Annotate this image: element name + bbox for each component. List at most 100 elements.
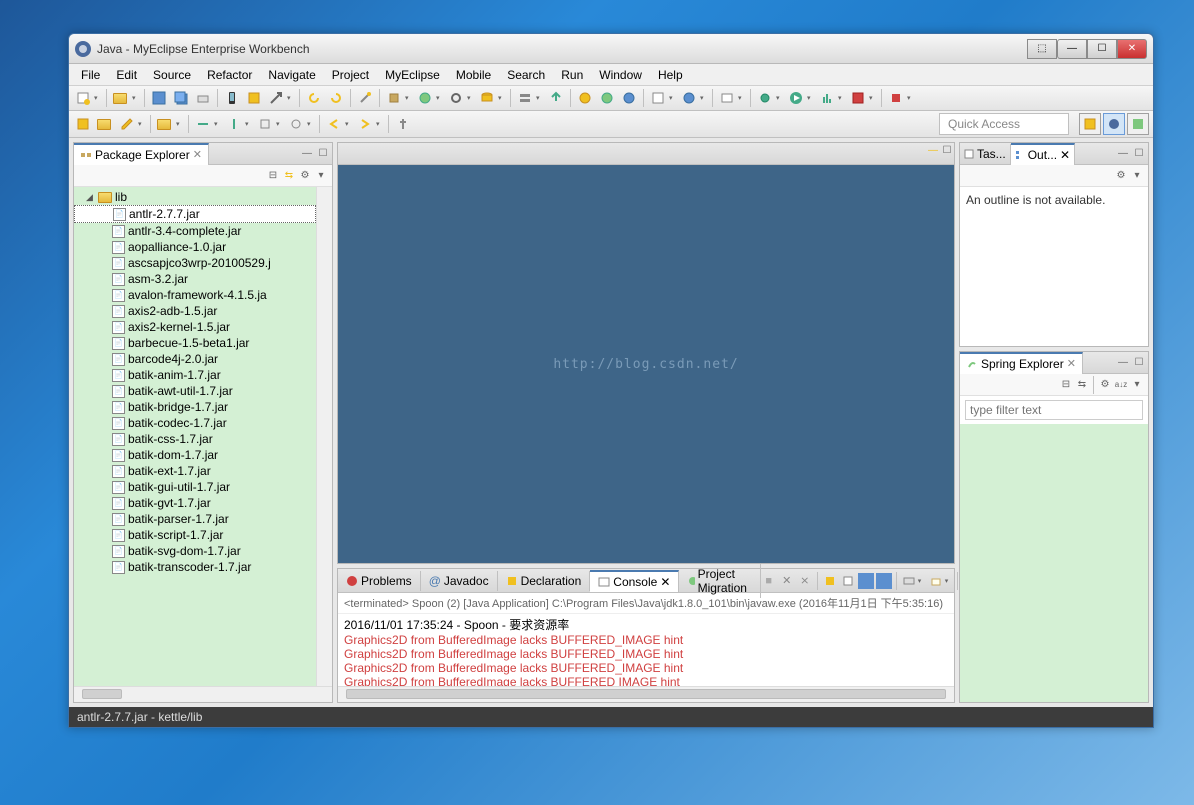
stop-icon[interactable] <box>886 88 906 108</box>
class-icon[interactable] <box>415 88 435 108</box>
minimize-view-icon[interactable]: — <box>1116 147 1130 161</box>
save-icon[interactable] <box>149 88 169 108</box>
link-icon[interactable]: ⇆ <box>282 169 296 183</box>
dropdown-icon[interactable]: ▾ <box>498 94 506 102</box>
hammer-icon[interactable] <box>266 88 286 108</box>
external-icon[interactable] <box>848 88 868 108</box>
tree-item[interactable]: 📄batik-gui-util-1.7.jar <box>74 479 316 495</box>
scroll-lock-icon[interactable] <box>822 573 838 589</box>
back-icon[interactable] <box>324 114 344 134</box>
tree-item[interactable]: 📄aopalliance-1.0.jar <box>74 239 316 255</box>
dropdown-icon[interactable]: ▾ <box>669 94 677 102</box>
scroll-thumb[interactable] <box>346 689 946 699</box>
tab-package-explorer[interactable]: Package Explorer ✕ <box>74 143 209 165</box>
spring-tree[interactable] <box>960 424 1148 702</box>
menu-run[interactable]: Run <box>553 66 591 84</box>
horizontal-scrollbar[interactable] <box>338 686 954 702</box>
horizontal-scrollbar[interactable] <box>74 686 332 702</box>
browser3-icon[interactable] <box>619 88 639 108</box>
menu-navigate[interactable]: Navigate <box>260 66 323 84</box>
nav-icon3[interactable] <box>255 114 275 134</box>
run-icon[interactable] <box>786 88 806 108</box>
link-icon[interactable]: ⇆ <box>1075 378 1089 392</box>
tree-item[interactable]: 📄batik-parser-1.7.jar <box>74 511 316 527</box>
remove-all-icon[interactable]: ⨯ <box>797 573 813 589</box>
nav-icon4[interactable] <box>286 114 306 134</box>
new-icon[interactable] <box>73 88 93 108</box>
tree-item[interactable]: 📄barcode4j-2.0.jar <box>74 351 316 367</box>
menu-project[interactable]: Project <box>324 66 377 84</box>
dropdown-icon[interactable]: ▾ <box>132 94 140 102</box>
menu-myeclipse[interactable]: MyEclipse <box>377 66 448 84</box>
maximize-view-icon[interactable]: ☐ <box>1132 147 1146 161</box>
tree-item[interactable]: 📄batik-bridge-1.7.jar <box>74 399 316 415</box>
tree-item[interactable]: 📄antlr-2.7.7.jar <box>74 205 316 223</box>
dropdown-icon[interactable]: ▾ <box>138 120 146 128</box>
menu-help[interactable]: Help <box>650 66 691 84</box>
dropdown-icon[interactable]: ▾ <box>376 120 384 128</box>
open-type-icon[interactable] <box>73 114 93 134</box>
filter-icon[interactable]: ⚙ <box>298 169 312 183</box>
titlebar[interactable]: Java - MyEclipse Enterprise Workbench ⬚ … <box>69 34 1153 64</box>
open-folder-icon[interactable] <box>95 114 115 134</box>
collapse-icon[interactable]: ⊟ <box>266 169 280 183</box>
tab-tasks[interactable]: Tas... <box>960 144 1011 164</box>
deploy-icon[interactable] <box>546 88 566 108</box>
spring-filter-input[interactable] <box>965 400 1143 420</box>
vertical-scrollbar[interactable] <box>316 187 332 686</box>
menu-icon[interactable]: ▾ <box>314 169 328 183</box>
edit-icon[interactable] <box>648 88 668 108</box>
pencil-icon[interactable] <box>117 114 137 134</box>
menu-edit[interactable]: Edit <box>108 66 145 84</box>
dropdown-icon[interactable]: ▾ <box>345 120 353 128</box>
nav-icon2[interactable] <box>224 114 244 134</box>
dropdown-icon[interactable]: ▾ <box>94 94 102 102</box>
console-output[interactable]: 2016/11/01 17:35:24 - Spoon - 要求资源率Graph… <box>338 614 954 686</box>
tree-item[interactable]: 📄batik-codec-1.7.jar <box>74 415 316 431</box>
dropdown-icon[interactable]: ▾ <box>838 94 846 102</box>
wand-icon[interactable] <box>355 88 375 108</box>
dropdown-icon[interactable]: ▾ <box>700 94 708 102</box>
remove-icon[interactable]: ✕ <box>779 573 795 589</box>
tab-declaration[interactable]: Declaration <box>498 571 591 591</box>
dropdown-icon[interactable]: ▾ <box>405 94 413 102</box>
folder-icon[interactable] <box>111 88 131 108</box>
dropdown-icon[interactable]: ▾ <box>536 94 544 102</box>
menu-file[interactable]: File <box>73 66 108 84</box>
show-stdout-icon[interactable] <box>876 573 892 589</box>
tree-folder-lib[interactable]: ◢lib <box>74 189 316 205</box>
minimize-view-icon[interactable]: — <box>300 147 314 161</box>
gear-icon[interactable] <box>446 88 466 108</box>
minimize-view-icon[interactable]: — <box>1116 356 1130 370</box>
dropdown-icon[interactable]: ▾ <box>467 94 475 102</box>
dropdown-icon[interactable]: ▾ <box>945 577 953 585</box>
menu-icon[interactable]: ▾ <box>1130 378 1144 392</box>
package-tree[interactable]: ◢lib📄antlr-2.7.7.jar📄antlr-3.4-complete.… <box>74 187 316 686</box>
open-console-icon[interactable] <box>928 573 944 589</box>
tab-console[interactable]: Console✕ <box>590 570 679 592</box>
dropdown-icon[interactable]: ▾ <box>907 94 915 102</box>
perspective-open-icon[interactable] <box>1079 113 1101 135</box>
sort-az-icon[interactable]: a↓z <box>1114 378 1128 392</box>
minimize-button[interactable]: — <box>1057 39 1087 59</box>
nav-icon1[interactable] <box>193 114 213 134</box>
clear-icon[interactable] <box>840 573 856 589</box>
redo-icon[interactable] <box>326 88 346 108</box>
save-all-icon[interactable] <box>171 88 191 108</box>
tree-item[interactable]: 📄avalon-framework-4.1.5.ja <box>74 287 316 303</box>
menu-search[interactable]: Search <box>499 66 553 84</box>
tree-item[interactable]: 📄batik-svg-dom-1.7.jar <box>74 543 316 559</box>
perspective-java-icon[interactable] <box>1103 113 1125 135</box>
maximize-button[interactable]: ☐ <box>1087 39 1117 59</box>
close-icon[interactable]: ✕ <box>660 575 670 589</box>
browser1-icon[interactable] <box>575 88 595 108</box>
dropdown-icon[interactable]: ▾ <box>776 94 784 102</box>
close-button[interactable]: ✕ <box>1117 39 1147 59</box>
tree-item[interactable]: 📄batik-awt-util-1.7.jar <box>74 383 316 399</box>
undo-icon[interactable] <box>304 88 324 108</box>
menu-icon[interactable]: ▾ <box>1130 169 1144 183</box>
dropdown-icon[interactable]: ▾ <box>436 94 444 102</box>
debug-icon[interactable] <box>755 88 775 108</box>
dropdown-icon[interactable]: ▾ <box>276 120 284 128</box>
tree-item[interactable]: 📄asm-3.2.jar <box>74 271 316 287</box>
